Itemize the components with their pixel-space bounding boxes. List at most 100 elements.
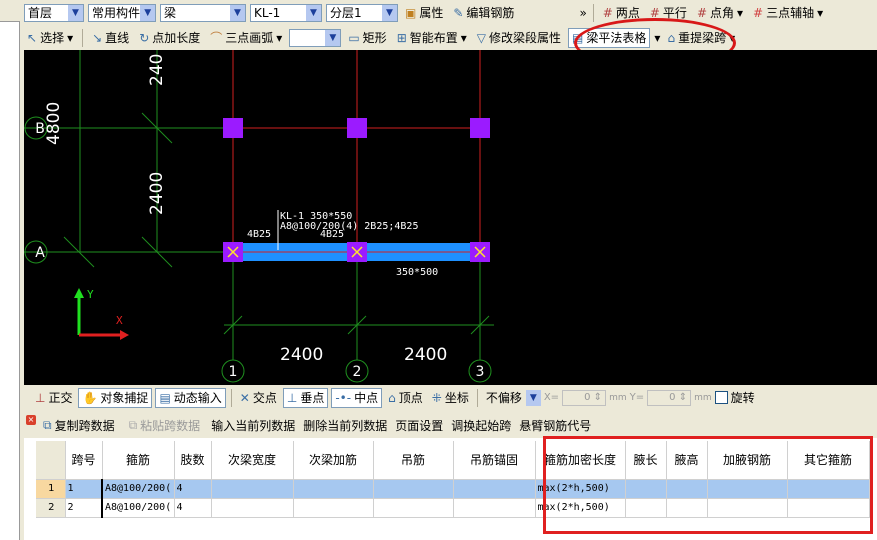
three-point-axis-label: 三点辅轴: [766, 6, 815, 20]
row-number[interactable]: 2: [36, 498, 66, 518]
span-label-2: 4B25: [320, 229, 344, 240]
beam-stirrup-label: A8@100/200(4) 2B25;4B25: [280, 221, 418, 232]
left-panel: [0, 0, 20, 540]
shape-select[interactable]: ▼: [289, 28, 342, 47]
point-length-button[interactable]: ↻ 点加长度: [136, 28, 203, 48]
point-angle-button[interactable]: # 点角 ▾: [694, 3, 746, 23]
dim-vertical: 2400: [147, 172, 167, 215]
cell-span[interactable]: 2: [65, 498, 103, 518]
grid-lines: [24, 50, 494, 383]
arc-icon: ⌒: [210, 31, 223, 45]
dim-bottom-2: 2400: [404, 345, 447, 365]
coordinate-button[interactable]: ⁜ 坐标: [429, 388, 472, 408]
category-select[interactable]: 常用构件类▼: [88, 3, 156, 22]
column-header: 箍筋: [102, 441, 175, 480]
drawing-canvas[interactable]: KL-1 350*550 A8@100/200(4) 2B25;4B25 4B2…: [24, 50, 877, 385]
modify-span-button[interactable]: ▽ 修改梁段属性: [474, 28, 564, 48]
cell[interactable]: [293, 498, 374, 518]
swap-start-button[interactable]: 调换起始跨: [451, 417, 511, 434]
left-panel-header: [0, 0, 20, 22]
line-button[interactable]: ↘ 直线: [89, 28, 132, 48]
dynamic-input-button[interactable]: ▤ 动态输入: [155, 387, 226, 408]
page-setup-button[interactable]: 页面设置: [395, 417, 443, 434]
perpendicular-button[interactable]: ⊥ 垂点: [282, 387, 329, 408]
cell[interactable]: [453, 498, 536, 518]
ortho-label: 正交: [48, 391, 73, 405]
edit-rebar-label: 编辑钢筋: [466, 6, 515, 20]
object-snap-button[interactable]: ✋ 对象捕捉: [78, 387, 153, 408]
chevron-down-icon[interactable]: ▼: [382, 4, 397, 21]
overflow-icon[interactable]: »: [579, 6, 586, 20]
cell[interactable]: [373, 498, 454, 518]
property-label: 属性: [419, 6, 444, 20]
column-header: 肢数: [174, 441, 212, 480]
layer-select[interactable]: 分层1 ▼: [326, 3, 398, 22]
chevron-down-icon[interactable]: ▼: [68, 4, 83, 21]
smart-layout-button[interactable]: ⊞ 智能布置 ▾: [394, 28, 470, 48]
cell[interactable]: [211, 498, 294, 518]
cursor-icon: ↖: [27, 30, 38, 45]
column-header: 跨号: [65, 441, 103, 480]
offset-select[interactable]: 不偏移 ▼: [483, 389, 541, 407]
paste-span-button[interactable]: ⧉ 粘贴跨数据: [126, 415, 204, 435]
vertex-button[interactable]: ⌂ 顶点: [385, 388, 426, 408]
cell-legs[interactable]: 4: [174, 479, 212, 499]
rect-icon: ▭: [348, 30, 360, 45]
three-point-axis-button[interactable]: # 三点辅轴 ▾: [750, 3, 826, 23]
cell[interactable]: [211, 479, 294, 499]
type-select[interactable]: 梁 ▼: [160, 3, 246, 22]
rotate-checkbox[interactable]: [714, 391, 728, 404]
rect-button[interactable]: ▭ 矩形: [345, 28, 389, 48]
x-input[interactable]: 0 ⇕: [562, 389, 607, 406]
floor-select[interactable]: 首层 ▼: [24, 3, 84, 22]
divider: [230, 388, 232, 407]
select-label: 选择: [40, 31, 65, 45]
chevron-down-icon[interactable]: ▼: [325, 29, 341, 46]
ortho-button[interactable]: ⊥ 正交: [32, 388, 75, 408]
midpoint-label: 中点: [354, 391, 379, 405]
y-label: Y=: [629, 392, 645, 403]
close-icon[interactable]: ×: [26, 415, 36, 425]
property-button[interactable]: ▣ 属性: [402, 3, 446, 23]
chevron-down-icon[interactable]: ▼: [230, 4, 245, 21]
row-number[interactable]: 1: [36, 479, 66, 499]
cantilever-code-button[interactable]: 悬臂钢筋代号: [519, 417, 591, 434]
cell[interactable]: [453, 479, 536, 499]
copy-span-button[interactable]: ⧉ 复制跨数据: [40, 415, 118, 435]
midpoint-button[interactable]: -•- 中点: [331, 387, 383, 408]
cell-span[interactable]: 1: [65, 479, 103, 499]
arc-label: 三点画弧: [225, 31, 274, 45]
rotate-label: 旋转: [730, 391, 755, 405]
layer-value: 分层1: [330, 6, 362, 20]
coordinate-label: 坐标: [444, 391, 469, 405]
cell[interactable]: [293, 479, 374, 499]
y-value: 0: [669, 392, 676, 403]
chevron-down-icon[interactable]: ▼: [306, 4, 321, 21]
chevron-down-icon[interactable]: ▼: [140, 4, 155, 21]
ortho-icon: ⊥: [35, 390, 46, 405]
input-column-button[interactable]: 输入当前列数据: [211, 417, 295, 434]
delete-column-button[interactable]: 删除当前列数据: [303, 417, 387, 434]
snap-icon: ✋: [82, 390, 98, 405]
component-select[interactable]: KL-1 ▼: [250, 3, 322, 22]
chevron-down-icon[interactable]: ▼: [525, 389, 541, 406]
panel-toolbar: × ⧉ 复制跨数据 ⧉ 粘贴跨数据 输入当前列数据 删除当前列数据 页面设置 调换起…: [24, 412, 877, 438]
dynamic-input-label: 动态输入: [173, 391, 222, 405]
select-button[interactable]: ↖ 选择 ▾: [24, 28, 76, 48]
highlight-box: [543, 436, 873, 534]
cell-stirrup[interactable]: A8@100/200(: [101, 498, 175, 518]
axis-label-2: 2: [353, 364, 362, 380]
intersection-label: 交点: [252, 391, 277, 405]
edit-rebar-button[interactable]: ✎ 编辑钢筋: [450, 3, 517, 23]
corner-cell: [36, 441, 66, 480]
intersection-button[interactable]: ✕ 交点: [237, 388, 280, 408]
cell[interactable]: [373, 479, 454, 499]
smart-layout-icon: ⊞: [396, 30, 407, 45]
axis-y-label: Y: [87, 288, 94, 301]
cell-legs[interactable]: 4: [174, 498, 212, 518]
cell-stirrup[interactable]: A8@100/200(: [101, 479, 175, 499]
arc-button[interactable]: ⌒ 三点画弧 ▾: [207, 28, 285, 48]
perpendicular-icon: ⊥: [286, 390, 298, 405]
y-input[interactable]: 0 ⇕: [647, 389, 692, 406]
modify-span-label: 修改梁段属性: [489, 31, 562, 45]
